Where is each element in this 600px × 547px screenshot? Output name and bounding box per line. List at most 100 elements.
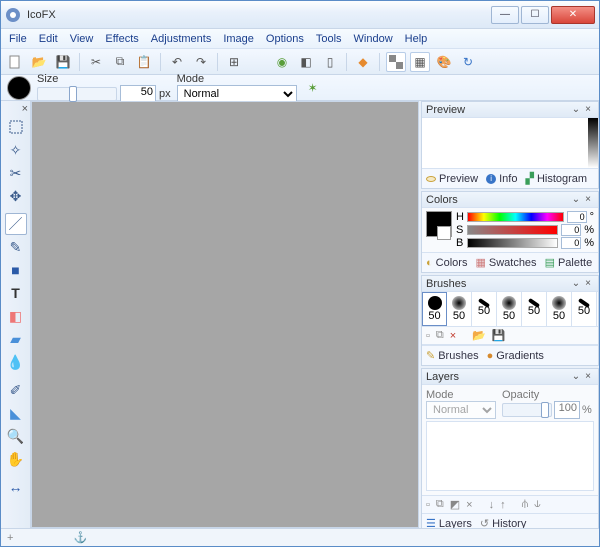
brush-item[interactable]: 50 <box>522 292 547 326</box>
menu-options[interactable]: Options <box>266 33 304 45</box>
new-icon[interactable] <box>5 52 25 72</box>
tab-history[interactable]: ↺History <box>480 517 526 528</box>
merge-icon[interactable]: ⫛ <box>522 498 529 511</box>
size-input[interactable]: 50 <box>120 85 156 103</box>
menu-image[interactable]: Image <box>223 33 254 45</box>
paste-icon[interactable]: 📋 <box>134 52 154 72</box>
eyedropper-tool-icon[interactable]: ✐ <box>5 379 27 401</box>
copy-icon[interactable]: ⧉ <box>110 52 130 72</box>
move-tool-icon[interactable]: ✥ <box>5 185 27 207</box>
panel-close-icon[interactable]: × <box>582 371 594 382</box>
minimize-button[interactable]: — <box>491 6 519 24</box>
pencil-tool-icon[interactable]: ✎ <box>5 236 27 258</box>
layer-mode-select[interactable]: Normal <box>426 401 496 419</box>
tab-preview[interactable]: Preview <box>426 173 478 185</box>
panel-close-icon[interactable]: × <box>582 194 594 205</box>
layer-list[interactable] <box>426 421 594 491</box>
refresh-icon[interactable]: ↻ <box>458 52 478 72</box>
panel-collapse-icon[interactable]: ⌄ <box>570 371 582 382</box>
opacity-input[interactable]: 100 <box>554 401 580 419</box>
brush-item[interactable]: 50 <box>547 292 572 326</box>
hue-slider[interactable] <box>467 212 564 222</box>
background-swatch[interactable] <box>437 226 451 240</box>
mode-select[interactable]: Normal <box>177 85 297 103</box>
tab-brushes[interactable]: ✎Brushes <box>426 349 479 362</box>
dup-brush-icon[interactable]: ⧉ <box>436 329 444 342</box>
checker-icon[interactable] <box>386 52 406 72</box>
panel-close-icon[interactable]: × <box>582 104 594 115</box>
tab-histogram[interactable]: ▞Histogram <box>525 172 587 185</box>
brush-item[interactable]: 50 <box>572 292 597 326</box>
brush-item[interactable]: 50 <box>447 292 472 326</box>
preview-scale-icon[interactable] <box>588 118 598 168</box>
tab-gradients[interactable]: ●Gradients <box>487 350 544 362</box>
mask-layer-icon[interactable]: ◩ <box>450 498 460 511</box>
new-layer-icon[interactable]: ▫ <box>426 499 430 511</box>
panel-collapse-icon[interactable]: ⌄ <box>570 278 582 289</box>
marquee-tool-icon[interactable] <box>5 116 27 138</box>
tab-layers[interactable]: ☰Layers <box>426 517 472 528</box>
bri-slider[interactable] <box>467 238 558 248</box>
menu-adjustments[interactable]: Adjustments <box>151 33 212 45</box>
dock-close-icon[interactable]: × <box>22 103 28 115</box>
tab-colors[interactable]: ◐Colors <box>426 257 467 269</box>
save-brush-icon[interactable]: 💾 <box>492 329 506 342</box>
hand-tool-icon[interactable]: ✋ <box>5 448 27 470</box>
save-icon[interactable]: 💾 <box>53 52 73 72</box>
panel-close-icon[interactable]: × <box>582 278 594 289</box>
apple-icon[interactable] <box>248 52 268 72</box>
delete-layer-icon[interactable]: × <box>466 499 472 511</box>
menu-window[interactable]: Window <box>354 33 393 45</box>
android-icon[interactable]: ◉ <box>272 52 292 72</box>
redo-icon[interactable]: ↷ <box>191 52 211 72</box>
flatten-icon[interactable]: ⫝ <box>534 498 541 511</box>
close-button[interactable]: ✕ <box>551 6 595 24</box>
shuffle-icon[interactable]: ✶ <box>303 78 323 98</box>
generic-icon[interactable]: ◧ <box>296 52 316 72</box>
windows-icon[interactable]: ⊞ <box>224 52 244 72</box>
menu-view[interactable]: View <box>70 33 94 45</box>
brush-item[interactable]: 50 <box>497 292 522 326</box>
menu-edit[interactable]: Edit <box>39 33 58 45</box>
status-add-icon[interactable]: + <box>7 532 13 544</box>
canvas[interactable] <box>31 101 419 528</box>
menu-file[interactable]: File <box>9 33 27 45</box>
phone-icon[interactable]: ▯ <box>320 52 340 72</box>
swap-tool-icon[interactable]: ↔ <box>5 476 27 498</box>
palette-icon[interactable]: 🎨 <box>434 52 454 72</box>
blur-tool-icon[interactable]: 💧 <box>5 351 27 373</box>
grid-icon[interactable]: ▦ <box>410 52 430 72</box>
bri-input[interactable]: 0 <box>561 237 581 249</box>
size-slider[interactable] <box>37 87 117 101</box>
menu-help[interactable]: Help <box>405 33 428 45</box>
brush-tool-icon[interactable]: ／ <box>5 213 27 235</box>
object-icon[interactable]: ◆ <box>353 52 373 72</box>
open-brush-icon[interactable]: 📂 <box>472 329 486 342</box>
tab-info[interactable]: iInfo <box>486 173 517 185</box>
opacity-slider[interactable] <box>502 403 552 417</box>
layer-down-icon[interactable]: ↓ <box>489 499 495 511</box>
menu-tools[interactable]: Tools <box>316 33 342 45</box>
tab-swatches[interactable]: ▦Swatches <box>475 256 536 269</box>
sat-slider[interactable] <box>467 225 558 235</box>
rectangle-tool-icon[interactable]: ■ <box>5 259 27 281</box>
undo-icon[interactable]: ↶ <box>167 52 187 72</box>
foreground-swatch[interactable] <box>426 211 452 237</box>
brush-item[interactable]: 50 <box>472 292 497 326</box>
gradient-tool-icon[interactable]: ▰ <box>5 328 27 350</box>
panel-collapse-icon[interactable]: ⌄ <box>570 104 582 115</box>
bucket-tool-icon[interactable]: ◣ <box>5 402 27 424</box>
panel-collapse-icon[interactable]: ⌄ <box>570 194 582 205</box>
eraser-tool-icon[interactable]: ◧ <box>5 305 27 327</box>
wand-tool-icon[interactable]: ✧ <box>5 139 27 161</box>
new-brush-icon[interactable]: ▫ <box>426 330 430 342</box>
layer-up-icon[interactable]: ↑ <box>500 499 506 511</box>
zoom-tool-icon[interactable]: 🔍 <box>5 425 27 447</box>
sat-input[interactable]: 0 <box>561 224 581 236</box>
menu-effects[interactable]: Effects <box>105 33 138 45</box>
tab-palette[interactable]: ▤Palette <box>545 256 593 269</box>
text-tool-icon[interactable]: T <box>5 282 27 304</box>
status-anchor-icon[interactable]: ⚓ <box>73 531 87 544</box>
hue-input[interactable]: 0 <box>567 211 587 223</box>
crop-tool-icon[interactable]: ✂ <box>5 162 27 184</box>
